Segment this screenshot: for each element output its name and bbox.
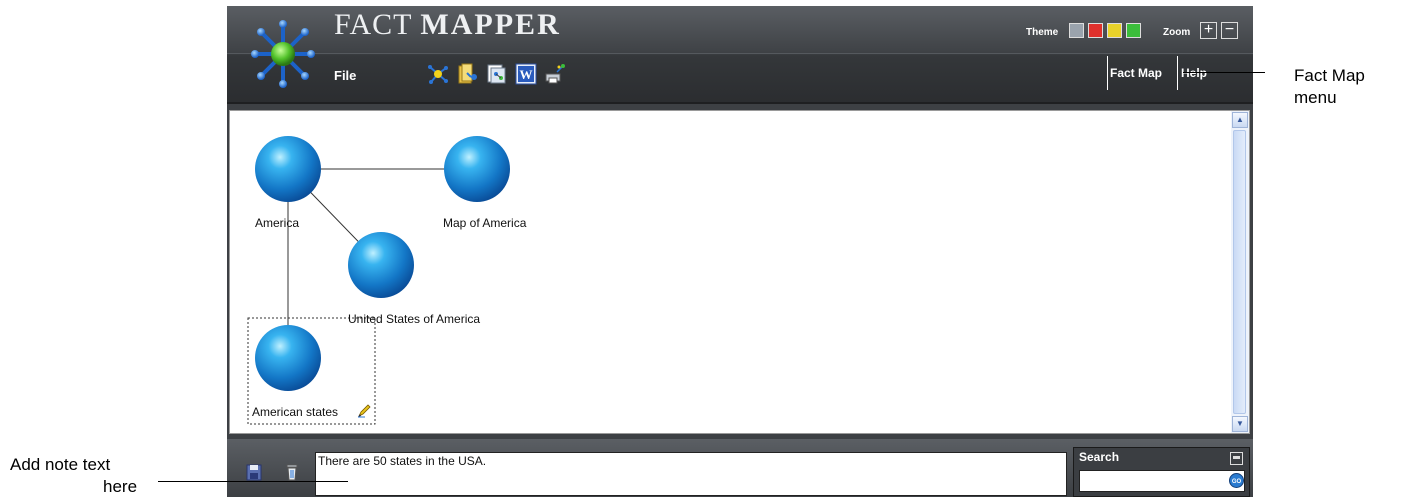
app-title-regular: FACT — [334, 8, 412, 41]
node-label-usa[interactable]: United States of America — [348, 312, 480, 326]
node-label-america[interactable]: America — [255, 216, 299, 230]
note-bar: There are 50 states in the USA. Search G… — [227, 439, 1253, 497]
menu-help[interactable]: Help — [1181, 66, 1207, 80]
minimize-search-icon[interactable] — [1230, 452, 1243, 465]
fact-map-canvas[interactable]: America Map of America United States of … — [229, 110, 1250, 434]
svg-text:GO: GO — [1232, 479, 1242, 485]
print-icon[interactable] — [543, 62, 567, 86]
theme-green-swatch[interactable] — [1126, 23, 1141, 38]
menu-file-label: File — [334, 68, 357, 83]
node-american-states[interactable] — [255, 325, 321, 391]
export-image-icon[interactable] — [485, 62, 509, 86]
app-title-bold: MAPPER — [420, 8, 561, 41]
note-textarea[interactable]: There are 50 states in the USA. — [315, 452, 1067, 496]
node-label-american-states[interactable]: American states — [252, 405, 338, 419]
search-go-icon[interactable]: GO — [1229, 473, 1244, 488]
word-export-icon[interactable]: W — [514, 62, 538, 86]
search-panel: Search GO — [1073, 447, 1250, 497]
menu-file[interactable]: File — [334, 68, 356, 83]
theme-yellow-swatch[interactable] — [1107, 23, 1122, 38]
new-map-icon[interactable] — [426, 62, 450, 86]
node-usa[interactable] — [348, 232, 414, 298]
callout-line-add-note — [158, 481, 348, 482]
callout-add-note-line1: Add note text — [10, 455, 111, 474]
node-label-map-of-america[interactable]: Map of America — [443, 216, 526, 230]
svg-text:W: W — [520, 67, 533, 82]
callout-fact-map-line1: Fact Map — [1294, 66, 1365, 85]
fact-map-graph — [247, 136, 510, 425]
delete-note-icon[interactable] — [284, 462, 300, 482]
theme-gray-swatch[interactable] — [1069, 23, 1084, 38]
fact-mapper-logo-icon — [251, 20, 315, 88]
zoom-label: Zoom — [1163, 27, 1191, 38]
zoom-out-button[interactable]: − — [1221, 22, 1238, 39]
scroll-thumb[interactable] — [1233, 130, 1246, 414]
callout-add-note-line2: here — [103, 477, 138, 496]
header-bar: FACT MAPPER File W Theme Zoom + − Fact M… — [227, 6, 1253, 104]
node-map-of-america[interactable] — [444, 136, 510, 202]
menu-fact-map[interactable]: Fact Map — [1110, 66, 1162, 80]
menu-separator — [1177, 56, 1178, 90]
scroll-up-button[interactable]: ▲ — [1232, 112, 1248, 128]
fact-mapper-window: FACT MAPPER File W Theme Zoom + − Fact M… — [227, 6, 1253, 497]
theme-red-swatch[interactable] — [1088, 23, 1103, 38]
app-title: FACT MAPPER — [334, 8, 561, 42]
vertical-scrollbar[interactable]: ▲ ▼ — [1231, 111, 1249, 433]
save-note-icon[interactable] — [246, 462, 262, 482]
search-label: Search — [1079, 450, 1120, 464]
callout-line-fact-map — [1183, 72, 1265, 73]
note-pencil-icon[interactable] — [357, 404, 371, 418]
search-input[interactable] — [1079, 470, 1245, 492]
node-america[interactable] — [255, 136, 321, 202]
menu-separator — [1107, 56, 1108, 90]
theme-label: Theme — [1026, 27, 1059, 38]
zoom-in-button[interactable]: + — [1200, 22, 1217, 39]
open-map-icon[interactable] — [456, 62, 480, 86]
scroll-down-button[interactable]: ▼ — [1232, 416, 1248, 432]
header-divider — [227, 53, 1253, 54]
callout-fact-map-line2: menu — [1294, 88, 1337, 107]
